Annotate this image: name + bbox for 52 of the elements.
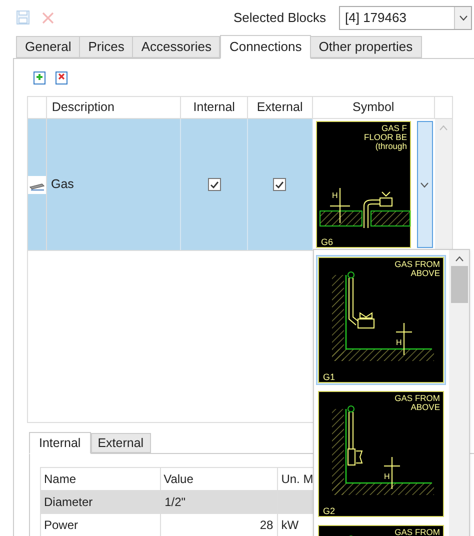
scrollbar[interactable]	[449, 250, 469, 536]
dimension-label: H	[332, 191, 338, 200]
symbol-code: G6	[320, 237, 333, 247]
tab[interactable]: External	[90, 433, 151, 453]
scrollbar-thumb[interactable]	[450, 266, 468, 303]
tab[interactable]: Other properties	[310, 36, 422, 58]
column-header: Name	[41, 468, 161, 490]
column-header: Symbol	[312, 97, 436, 118]
column-header: Internal	[181, 97, 248, 118]
unit-cell-text: kW	[280, 517, 300, 534]
chevron-down-icon	[420, 182, 430, 188]
symbol-option[interactable]: GAS FROM ABOVE H G1	[316, 255, 446, 385]
symbol-caption: GAS FROM	[394, 527, 440, 536]
checkbox[interactable]	[273, 178, 286, 191]
checkbox[interactable]	[208, 178, 221, 191]
pipe-icon	[28, 176, 46, 194]
symbol-code: G2	[323, 506, 336, 516]
symbol-option[interactable]: GAS FROM	[316, 523, 446, 536]
property-value-cell: 28	[160, 514, 278, 536]
delete-row-button[interactable]	[55, 70, 68, 84]
tab[interactable]: Prices	[79, 36, 134, 58]
symbol-caption: GAS FROM	[394, 259, 440, 269]
column-header: Value	[160, 468, 278, 490]
dimension-label: H	[384, 472, 390, 481]
chevron-down-icon	[458, 14, 468, 20]
chevron-up-icon	[454, 256, 464, 262]
tab[interactable]: Connections	[220, 35, 311, 59]
selected-blocks-label: Selected Blocks	[234, 8, 326, 27]
add-row-button[interactable]	[33, 70, 46, 84]
delete-icon	[55, 70, 68, 84]
symbol-dropdown-button[interactable]	[416, 121, 433, 248]
property-name-cell: Diameter	[41, 491, 161, 513]
property-value-cell: 1/2"	[160, 491, 278, 513]
symbol-caption: FLOOR BE	[364, 132, 407, 142]
symbol-caption: ABOVE	[410, 402, 440, 412]
symbol-caption: (through	[375, 141, 407, 151]
symbol-code: G1	[323, 372, 336, 382]
tab[interactable]: Accessories	[132, 36, 220, 58]
add-icon	[33, 70, 46, 84]
selected-blocks-combo[interactable]: [4] 179463	[339, 6, 472, 30]
tab[interactable]: Internal	[29, 432, 91, 454]
dimension-label: H	[396, 338, 402, 347]
symbol-option[interactable]: GAS FROM ABOVE H G2	[316, 389, 446, 519]
description-cell: Gas	[47, 119, 182, 250]
property-name-cell: Power	[41, 514, 161, 536]
chevron-up-icon	[439, 125, 448, 131]
symbol-caption: GAS F	[381, 123, 407, 133]
column-header: Description	[46, 97, 182, 118]
tab[interactable]: General	[16, 36, 80, 58]
column-header: External	[248, 97, 313, 118]
symbol-caption: GAS FROM	[394, 393, 440, 403]
symbol-caption: ABOVE	[410, 268, 440, 278]
